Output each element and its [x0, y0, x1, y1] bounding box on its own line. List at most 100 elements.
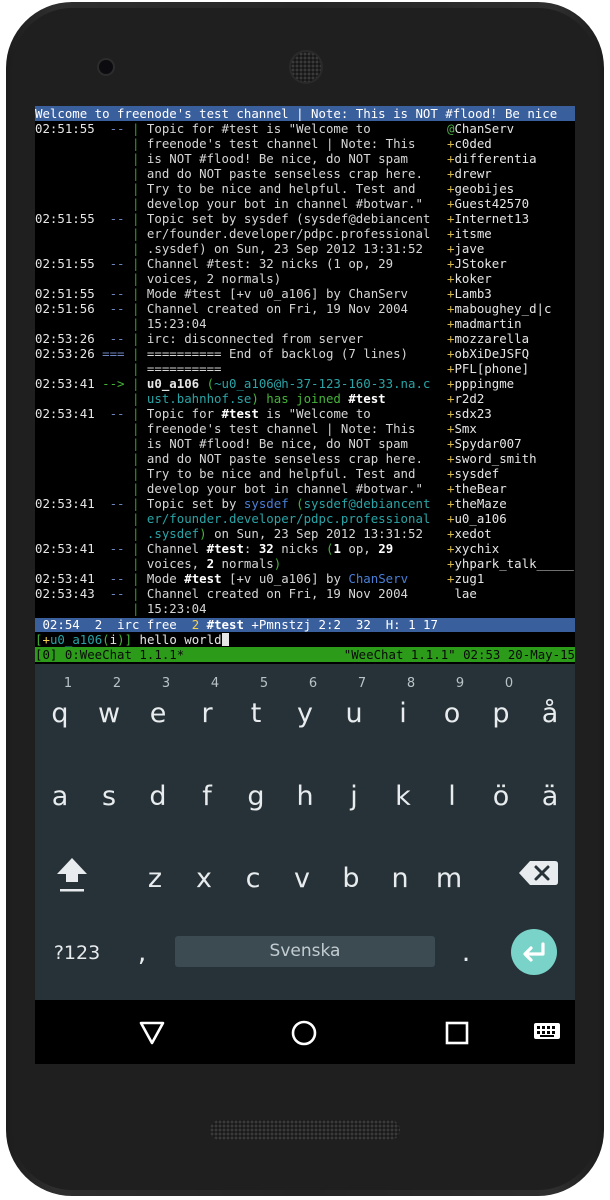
- nicklist-item[interactable]: +sysdef: [447, 466, 499, 481]
- input-text[interactable]: hello world: [140, 632, 222, 647]
- space-bar[interactable]: Svenska: [175, 936, 435, 967]
- message-text: ==========: [146, 361, 222, 376]
- nicklist-item[interactable]: +Spydar007: [447, 436, 522, 451]
- key-y[interactable]: y: [278, 687, 332, 741]
- nicklist-item[interactable]: +Smx: [447, 421, 477, 436]
- message-text: is NOT #flood! Be nice, do NOT spam: [146, 436, 409, 451]
- key-a[interactable]: a: [35, 770, 87, 824]
- nicklist-item[interactable]: +JStoker: [447, 256, 507, 271]
- nicklist-item[interactable]: +xedot: [447, 526, 492, 541]
- chat-line: | develop your bot in channel #botwar.": [35, 481, 423, 496]
- key-z[interactable]: z: [128, 852, 182, 906]
- input-line[interactable]: [+u0_a106(i)] hello world: [35, 632, 575, 647]
- enter-key[interactable]: [511, 929, 557, 975]
- nicklist-item[interactable]: +yhpark_talk_____: [447, 556, 574, 571]
- nicklist-item[interactable]: +theBear: [447, 481, 507, 496]
- key-x[interactable]: x: [177, 852, 231, 906]
- backspace-key[interactable]: [511, 846, 565, 900]
- nick-name: u0_a106: [454, 511, 507, 526]
- key-ö[interactable]: ö: [474, 770, 528, 824]
- nicklist-item[interactable]: +u0_a106: [447, 511, 507, 526]
- nicklist-item[interactable]: +sword_smith: [447, 451, 537, 466]
- key-t[interactable]: t: [229, 687, 283, 741]
- nicklist-item[interactable]: +zug1: [447, 571, 484, 586]
- nick-name: xychix: [454, 541, 500, 556]
- chat-line: | Try to be nice and helpful. Test and: [35, 181, 416, 196]
- window-bar-right: "WeeChat 1.1.1" 02:53 20-May-15: [343, 647, 575, 662]
- key-l[interactable]: l: [425, 770, 479, 824]
- line-timestamp: 02:51:55: [35, 121, 95, 136]
- nicklist-item[interactable]: +differentia: [447, 151, 537, 166]
- key-ä[interactable]: ä: [523, 770, 575, 824]
- nicklist-item[interactable]: +geobijes: [447, 181, 514, 196]
- key-e[interactable]: e: [131, 687, 185, 741]
- message-text: er/founder.developer/pdpc.professional: [146, 511, 431, 526]
- nicklist-item[interactable]: +sdx23: [447, 406, 492, 421]
- shift-key[interactable]: [45, 846, 99, 900]
- nicklist-item[interactable]: +mozzarella: [447, 331, 529, 346]
- chat-line: | voices, 2 normals): [35, 271, 281, 286]
- chat-line: 02:51:55 -- | Topic set by sysdef (sysde…: [35, 211, 430, 226]
- key-c[interactable]: c: [226, 852, 280, 906]
- key-v[interactable]: v: [275, 852, 329, 906]
- nick-name: theBear: [454, 481, 507, 496]
- key-å[interactable]: å: [523, 687, 575, 741]
- key-w[interactable]: w: [82, 687, 136, 741]
- front-camera: [99, 60, 113, 74]
- key-k[interactable]: k: [376, 770, 430, 824]
- key-s[interactable]: s: [82, 770, 136, 824]
- chat-buffer[interactable]: 02:51:55 -- | Topic for #test is "Welcom…: [35, 121, 445, 618]
- earpiece-speaker: [289, 50, 323, 84]
- key-i[interactable]: i: [376, 687, 430, 741]
- nicklist-item[interactable]: @ChanServ: [447, 121, 514, 136]
- home-icon[interactable]: [288, 1017, 320, 1049]
- keyboard-icon[interactable]: [531, 1020, 563, 1046]
- key-n[interactable]: n: [373, 852, 427, 906]
- back-icon[interactable]: [137, 1018, 167, 1048]
- key-o[interactable]: o: [425, 687, 479, 741]
- symbols-key[interactable]: ?123: [47, 926, 107, 980]
- nicklist-item[interactable]: +jave: [447, 241, 484, 256]
- key-g[interactable]: g: [229, 770, 283, 824]
- message-text: develop your bot in channel #botwar.": [146, 196, 423, 211]
- message-text: on Sun, 23 Sep 2012 13:31:52: [206, 526, 423, 541]
- nicklist-item[interactable]: +Lamb3: [447, 286, 492, 301]
- comma-key[interactable]: ,: [115, 926, 169, 980]
- key-f[interactable]: f: [180, 770, 234, 824]
- key-p[interactable]: p: [474, 687, 528, 741]
- nicklist-item[interactable]: lae: [447, 586, 476, 601]
- key-m[interactable]: m: [422, 852, 476, 906]
- key-d[interactable]: d: [131, 770, 185, 824]
- message-text: ): [273, 556, 282, 571]
- nick-name: theMaze: [454, 496, 507, 511]
- nicklist-item[interactable]: +theMaze: [447, 496, 507, 511]
- status-server: irc free: [117, 618, 177, 632]
- message-text: Try to be nice and helpful. Test and: [146, 181, 416, 196]
- nicklist-item[interactable]: +drewr: [447, 166, 492, 181]
- nicklist-item[interactable]: +xychix: [447, 541, 499, 556]
- key-q[interactable]: q: [35, 687, 87, 741]
- nicklist-item[interactable]: +PFL[phone]: [447, 361, 529, 376]
- message-text: Topic for #test is "Welcome to: [146, 121, 371, 136]
- nicklist-item[interactable]: +maboughey_d|c: [447, 301, 551, 316]
- nicklist-item[interactable]: +r2d2: [447, 391, 484, 406]
- nicklist-item[interactable]: +pppingme: [447, 376, 514, 391]
- key-b[interactable]: b: [324, 852, 378, 906]
- chat-line: | freenode's test channel | Note: This: [35, 136, 416, 151]
- nicklist-item[interactable]: +Internet13: [447, 211, 529, 226]
- nicklist-item[interactable]: +itsme: [447, 226, 492, 241]
- nicklist-item[interactable]: +madmartin: [447, 316, 522, 331]
- nicklist-item[interactable]: +obXiDeJSFQ: [447, 346, 529, 361]
- key-u[interactable]: u: [327, 687, 381, 741]
- period-key[interactable]: .: [439, 926, 493, 980]
- nick-name: Spydar007: [454, 436, 522, 451]
- key-h[interactable]: h: [278, 770, 332, 824]
- message-text: Mode: [146, 571, 185, 586]
- nicklist-item[interactable]: +Guest42570: [447, 196, 529, 211]
- nicklist-item[interactable]: +koker: [447, 271, 492, 286]
- recents-icon[interactable]: [442, 1018, 472, 1048]
- nicklist[interactable]: @ChanServ +c0ded +differentia +drewr +geobij…: [445, 121, 575, 618]
- nicklist-item[interactable]: +c0ded: [447, 136, 492, 151]
- key-r[interactable]: r: [180, 687, 234, 741]
- key-j[interactable]: j: [327, 770, 381, 824]
